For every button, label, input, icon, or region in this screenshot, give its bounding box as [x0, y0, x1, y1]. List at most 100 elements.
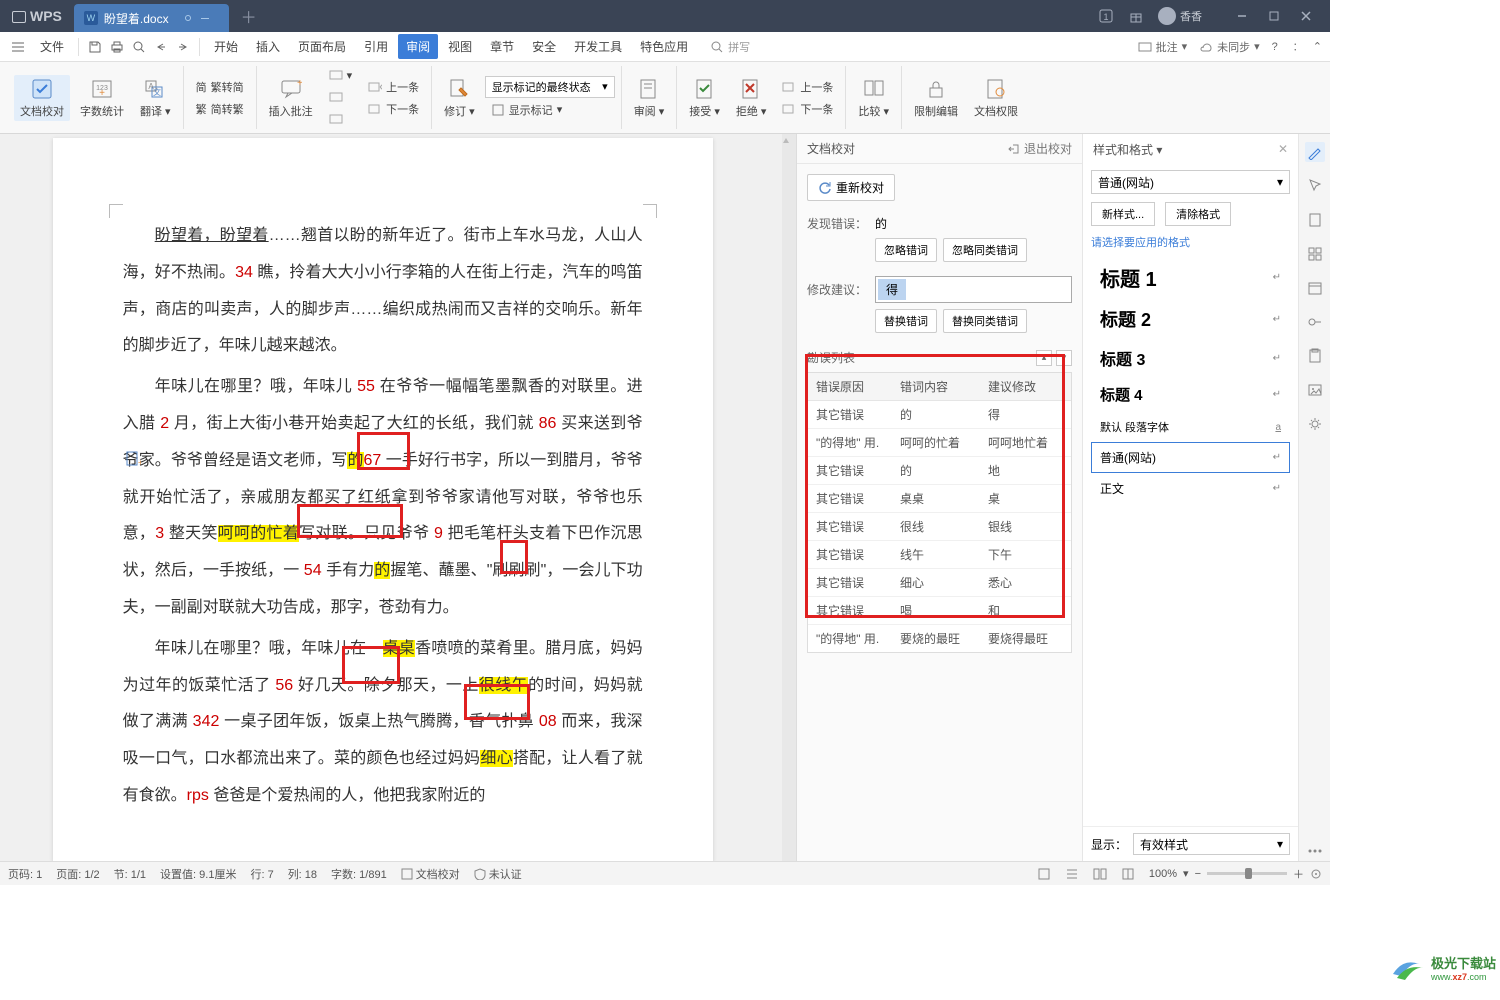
rail-more-icon[interactable] — [1305, 841, 1325, 861]
prev-change-button[interactable]: 上一条 — [776, 77, 839, 97]
table-row[interactable]: 其它错误很线银线 — [808, 513, 1071, 541]
table-row[interactable]: 其它错误的地 — [808, 457, 1071, 485]
status-proof[interactable]: 文档校对 — [401, 866, 460, 882]
style-item-h4[interactable]: 标题 4↵ — [1091, 377, 1290, 412]
display-filter-dropdown[interactable]: 有效样式▾ — [1133, 833, 1290, 855]
delete-comment-button[interactable]: ▾ — [323, 66, 359, 86]
reproof-button[interactable]: 重新校对 — [807, 174, 895, 201]
rail-select-icon[interactable] — [1305, 176, 1325, 196]
zoom-slider[interactable] — [1207, 872, 1287, 875]
table-row[interactable]: 其它错误喝和 — [808, 597, 1071, 625]
review-button[interactable]: 审阅 ▾ — [628, 75, 671, 121]
search-placeholder[interactable]: 拼写 — [728, 39, 750, 55]
rail-key-icon[interactable] — [1305, 312, 1325, 332]
save-icon[interactable] — [85, 37, 105, 57]
add-tab-button[interactable]: ＋ — [241, 4, 257, 28]
menu-reference[interactable]: 引用 — [356, 34, 396, 59]
proof-button[interactable]: 文档校对 — [14, 75, 70, 121]
view-read-icon[interactable] — [1093, 867, 1107, 881]
ribbon-options-icon[interactable]: ︰ — [1290, 39, 1301, 55]
user-account[interactable]: 香香 — [1158, 7, 1202, 25]
status-cert[interactable]: 未认证 — [474, 866, 522, 882]
table-row[interactable]: 其它错误桌桌桌 — [808, 485, 1071, 513]
reject-button[interactable]: 拒绝 ▾ — [730, 75, 773, 121]
zoom-fit-icon[interactable] — [1310, 868, 1322, 880]
rail-doc-icon[interactable] — [1305, 210, 1325, 230]
minimize-button[interactable] — [1226, 4, 1258, 28]
menu-file[interactable]: 文件 — [32, 34, 72, 59]
current-style-dropdown[interactable]: 普通(网站)▾ — [1091, 170, 1290, 194]
replace-word-button[interactable]: 替换错词 — [875, 309, 937, 333]
style-item-h2[interactable]: 标题 2↵ — [1091, 299, 1290, 339]
sync-status[interactable]: 未同步 ▾ — [1199, 39, 1260, 55]
rail-calendar-icon[interactable] — [1305, 278, 1325, 298]
view-outline-icon[interactable] — [1065, 867, 1079, 881]
ribbon-collapse-icon[interactable]: ⌃ — [1313, 40, 1322, 53]
rail-pen-icon[interactable] — [1305, 142, 1325, 162]
document-page[interactable]: + 盼望着，盼望着……翘首以盼的新年近了。街市上车水马龙，人山人海，好不热闹。3… — [53, 138, 713, 861]
style-item-body[interactable]: 正文↵ — [1091, 473, 1290, 504]
prev1[interactable]: 上一条 — [362, 77, 425, 97]
replace-similar-button[interactable]: 替换同类错词 — [943, 309, 1027, 333]
style-item-h1[interactable]: 标题 1↵ — [1091, 256, 1290, 299]
rail-image-icon[interactable] — [1305, 380, 1325, 400]
tc2sc-button[interactable]: 繁简转繁 — [190, 99, 250, 119]
errlist-up-button[interactable]: ▴ — [1036, 350, 1052, 366]
print-icon[interactable] — [107, 37, 127, 57]
view-page-icon[interactable] — [1037, 867, 1051, 881]
table-row[interactable]: 其它错误的得 — [808, 401, 1071, 429]
style-item-default[interactable]: 默认 段落字体a — [1091, 412, 1290, 442]
table-row[interactable]: "的得地" 用.呵呵的忙着呵呵地忙着 — [808, 429, 1071, 457]
menu-start[interactable]: 开始 — [206, 34, 246, 59]
menu-chapter[interactable]: 章节 — [482, 34, 522, 59]
scroll-up-icon[interactable] — [783, 138, 789, 144]
errlist-down-button[interactable]: ▾ — [1056, 350, 1072, 366]
restrict-button[interactable]: 限制编辑 — [908, 75, 964, 121]
comments-toggle[interactable]: 批注 ▾ — [1138, 39, 1188, 55]
menu-review[interactable]: 审阅 — [398, 34, 438, 59]
ignore-similar-button[interactable]: 忽略同类错词 — [943, 238, 1027, 262]
translate-button[interactable]: A文 翻译 ▾ — [134, 75, 177, 121]
rail-clipboard-icon[interactable] — [1305, 346, 1325, 366]
redo-icon[interactable] — [173, 37, 193, 57]
rail-gear-icon[interactable] — [1305, 414, 1325, 434]
table-row[interactable]: 其它错误线午下午 — [808, 541, 1071, 569]
zoom-in-button[interactable]: ＋ — [1293, 866, 1304, 882]
docperm-button[interactable]: 文档权限 — [968, 75, 1024, 121]
close-button[interactable] — [1290, 4, 1322, 28]
menu-dev[interactable]: 开发工具 — [566, 34, 630, 59]
new-style-button[interactable]: 新样式... — [1091, 202, 1155, 226]
menu-view[interactable]: 视图 — [440, 34, 480, 59]
menu-special[interactable]: 特色应用 — [632, 34, 696, 59]
undo-icon[interactable] — [151, 37, 171, 57]
close-styles-button[interactable]: ✕ — [1278, 142, 1288, 156]
rail-grid-icon[interactable] — [1305, 244, 1325, 264]
wordcount-button[interactable]: 123+ 字数统计 — [74, 75, 130, 121]
display-state-dropdown[interactable]: 显示标记的最终状态▾ — [485, 76, 615, 98]
compare-button[interactable]: 比较 ▾ — [852, 75, 895, 121]
suggest-field[interactable]: 得 — [875, 276, 1072, 303]
menu-layout[interactable]: 页面布局 — [290, 34, 354, 59]
style-item-h3[interactable]: 标题 3↵ — [1091, 339, 1290, 377]
clear-format-button[interactable]: 清除格式 — [1165, 202, 1231, 226]
sc2tc-button[interactable]: 简繁转简 — [190, 77, 250, 97]
exit-proofing-button[interactable]: 退出校对 — [1008, 140, 1072, 157]
next-change-button[interactable]: 下一条 — [776, 99, 839, 119]
zoom-out-button[interactable]: − — [1195, 868, 1201, 880]
badge-one-icon[interactable]: 1 — [1098, 8, 1114, 24]
menu-insert[interactable]: 插入 — [248, 34, 288, 59]
menu-security[interactable]: 安全 — [524, 34, 564, 59]
revise-button[interactable]: 修订 ▾ — [438, 75, 481, 121]
comment-nav1-button[interactable] — [323, 88, 359, 108]
document-tab[interactable]: W 盼望着.docx — [74, 4, 229, 32]
show-marks-button[interactable]: 显示标记 ▾ — [485, 100, 615, 120]
accept-button[interactable]: 接受 ▾ — [683, 75, 726, 121]
table-row[interactable]: 其它错误细心悉心 — [808, 569, 1071, 597]
hamburger-icon[interactable] — [8, 37, 28, 57]
ignore-word-button[interactable]: 忽略错词 — [875, 238, 937, 262]
style-item-normal-web[interactable]: 普通(网站)↵ — [1091, 442, 1290, 473]
preview-icon[interactable] — [129, 37, 149, 57]
view-web-icon[interactable] — [1121, 867, 1135, 881]
table-row[interactable]: "的得地" 用.要烧的最旺要烧得最旺 — [808, 625, 1071, 652]
help-icon[interactable]: ? — [1272, 41, 1278, 53]
